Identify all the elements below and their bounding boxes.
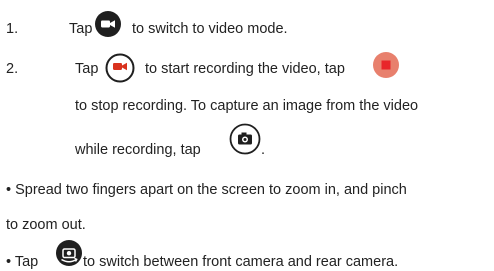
video-camera-icon (95, 11, 121, 37)
step2-text-c: while recording, tap (75, 142, 201, 158)
step1-tap-label: Tap (69, 21, 93, 37)
step2-text-d: . (261, 142, 266, 158)
step2-text-b: to stop recording. To capture an image f… (75, 98, 419, 114)
bullet2-tap-label: • Tap (6, 254, 39, 270)
record-icon (105, 53, 135, 83)
camera-icon (229, 123, 261, 155)
bullet1-line2: to zoom out. (6, 217, 86, 233)
step2-text-a: to start recording the video, tap (145, 61, 345, 77)
step2-number: 2. (6, 61, 19, 77)
switch-camera-icon (56, 240, 82, 266)
step1-text: to switch to video mode. (132, 21, 288, 37)
bullet1-line1: • Spread two fingers apart on the screen… (6, 182, 407, 198)
step2-tap-label: Tap (75, 61, 99, 77)
stop-icon (373, 52, 399, 78)
bullet2-text: to switch between front camera and rear … (83, 254, 399, 270)
step1-number: 1. (6, 21, 19, 37)
